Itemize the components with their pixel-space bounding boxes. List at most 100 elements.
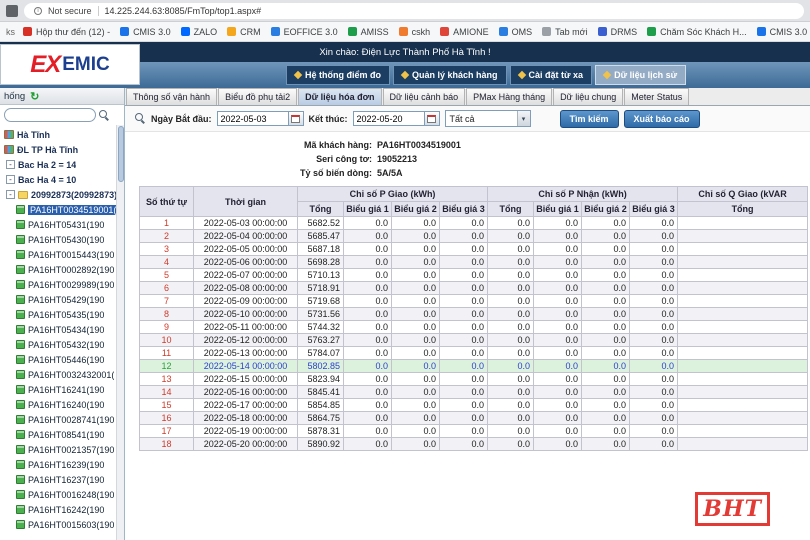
bookmark-item[interactable]: OMS xyxy=(495,25,537,39)
meter-item[interactable]: PA16HT16242(190 xyxy=(0,502,124,517)
meter-item[interactable]: PA16HT0032432001( xyxy=(0,367,124,382)
scrollbar-thumb[interactable] xyxy=(118,126,124,182)
content-tab[interactable]: Dữ liệu cảnh báo xyxy=(383,88,466,105)
tree-node[interactable]: -Bac Ha 4 = 10 xyxy=(0,172,124,187)
meter-item[interactable]: PA16HT05431(190 xyxy=(0,217,124,232)
content-tab[interactable]: Thông số vận hành xyxy=(126,88,217,105)
bookmark-item[interactable]: CMIS 3.0 xyxy=(753,25,810,39)
value-cell: 0.0 xyxy=(582,256,630,269)
table-row[interactable]: 82022-05-10 00:00:005731.560.00.00.00.00… xyxy=(140,308,808,321)
address-bar[interactable]: i Not secure 14.225.244.63:8085/FmTop/to… xyxy=(24,3,804,19)
search-button[interactable]: Tìm kiếm xyxy=(560,110,619,128)
value-cell: 0.0 xyxy=(534,230,582,243)
nav-item[interactable]: Cài đặt từ xa xyxy=(510,65,593,85)
table-row[interactable]: 162022-05-18 00:00:005864.750.00.00.00.0… xyxy=(140,412,808,425)
end-calendar-icon[interactable] xyxy=(425,111,440,126)
bookmark-item[interactable]: Hộp thư đến (12) - xyxy=(19,25,114,39)
table-row[interactable]: 72022-05-09 00:00:005719.680.00.00.00.00… xyxy=(140,295,808,308)
meter-item[interactable]: PA16HT16237(190 xyxy=(0,472,124,487)
bookmark-item[interactable]: Chăm Sóc Khách H... xyxy=(643,25,751,39)
meter-item[interactable]: PA16HT08541(190 xyxy=(0,427,124,442)
table-row[interactable]: 12022-05-03 00:00:005682.520.00.00.00.00… xyxy=(140,217,808,230)
bookmark-item[interactable]: AMISS xyxy=(344,25,393,39)
tree-node[interactable]: Hà Tĩnh xyxy=(0,127,124,142)
nav-item[interactable]: Dữ liệu lịch sử xyxy=(595,65,686,85)
content-tab[interactable]: PMax Hàng tháng xyxy=(466,88,552,105)
meter-item[interactable]: PA16HT0016248(190 xyxy=(0,487,124,502)
nav-item[interactable]: Hệ thống điểm đo xyxy=(286,65,390,85)
meter-item[interactable]: PA16HT05432(190 xyxy=(0,337,124,352)
table-row[interactable]: 62022-05-08 00:00:005718.910.00.00.00.00… xyxy=(140,282,808,295)
bookmark-item[interactable]: EOFFICE 3.0 xyxy=(267,25,342,39)
table-row[interactable]: 92022-05-11 00:00:005744.320.00.00.00.00… xyxy=(140,321,808,334)
meter-item[interactable]: PA16HT0002892(190 xyxy=(0,262,124,277)
bookmark-item[interactable]: CRM xyxy=(223,25,265,39)
tree-search-input[interactable] xyxy=(4,108,96,122)
sidebar-panel-tab[interactable]: hống ↻ xyxy=(0,88,124,105)
meter-item[interactable]: PA16HT05430(190 xyxy=(0,232,124,247)
meter-item[interactable]: PA16HT05434(190 xyxy=(0,322,124,337)
table-row[interactable]: 52022-05-07 00:00:005710.130.00.00.00.00… xyxy=(140,269,808,282)
meter-item[interactable]: PA16HT16239(190 xyxy=(0,457,124,472)
table-row[interactable]: 142022-05-16 00:00:005845.410.00.00.00.0… xyxy=(140,386,808,399)
meter-item[interactable]: PA16HT16240(190 xyxy=(0,397,124,412)
table-row[interactable]: 122022-05-14 00:00:005802.850.00.00.00.0… xyxy=(140,360,808,373)
meter-item[interactable]: PA16HT05446(190 xyxy=(0,352,124,367)
content-tab[interactable]: Meter Status xyxy=(624,88,689,105)
bookmark-item[interactable]: ZALO xyxy=(177,25,222,39)
nav-item[interactable]: Quản lý khách hàng xyxy=(393,65,507,85)
table-row[interactable]: 182022-05-20 00:00:005890.920.00.00.00.0… xyxy=(140,438,808,451)
value-cell xyxy=(678,386,808,399)
meter-item[interactable]: PA16HT0028741(190 xyxy=(0,412,124,427)
page-info-icon[interactable]: i xyxy=(34,7,42,15)
bookmark-item[interactable]: Tab mới xyxy=(538,25,591,39)
start-calendar-icon[interactable] xyxy=(289,111,304,126)
meter-item[interactable]: PA16HT0015443(190 xyxy=(0,247,124,262)
collapse-expand-icon[interactable]: - xyxy=(6,190,15,199)
tree-node[interactable]: -20992873(20992873) xyxy=(0,187,124,202)
meter-item[interactable]: PA16HT0029989(190 xyxy=(0,277,124,292)
meter-item[interactable]: PA16HT0015603(190 xyxy=(0,517,124,532)
type-select[interactable]: Tất cả ▾ xyxy=(445,110,531,127)
table-row[interactable]: 152022-05-17 00:00:005854.850.00.00.00.0… xyxy=(140,399,808,412)
table-row[interactable]: 172022-05-19 00:00:005878.310.00.00.00.0… xyxy=(140,425,808,438)
row-index-cell: 11 xyxy=(140,347,194,360)
content-tab[interactable]: Biểu đồ phụ tải2 xyxy=(218,88,297,105)
tab-label: Meter Status xyxy=(631,92,682,102)
value-cell: 0.0 xyxy=(440,425,488,438)
table-row[interactable]: 102022-05-12 00:00:005763.270.00.00.00.0… xyxy=(140,334,808,347)
value-cell: 0.0 xyxy=(392,321,440,334)
meter-item[interactable]: PA16HT05435(190 xyxy=(0,307,124,322)
bookmark-label: Hộp thư đến (12) - xyxy=(36,27,110,37)
bookmark-item[interactable]: AMIONE xyxy=(436,25,493,39)
collapse-expand-icon[interactable]: - xyxy=(6,175,15,184)
table-row[interactable]: 112022-05-13 00:00:005784.070.00.00.00.0… xyxy=(140,347,808,360)
bookmark-item[interactable]: CMIS 3.0 xyxy=(116,25,175,39)
content-tab[interactable]: Dữ liệu hóa đơn xyxy=(298,88,381,105)
menu-bullet-icon xyxy=(401,71,409,79)
meter-item[interactable]: PA16HT16241(190 xyxy=(0,382,124,397)
export-report-button[interactable]: Xuất báo cáo xyxy=(624,110,700,128)
tree-node[interactable]: -Bac Ha 2 = 14 xyxy=(0,157,124,172)
bookmark-item[interactable]: DRMS xyxy=(594,25,642,39)
content-tab[interactable]: Dữ liệu chung xyxy=(553,88,623,105)
value-cell: 0.0 xyxy=(488,412,534,425)
sidebar-scrollbar[interactable] xyxy=(116,125,124,540)
search-icon[interactable] xyxy=(99,110,110,121)
table-row[interactable]: 32022-05-05 00:00:005687.180.00.00.00.00… xyxy=(140,243,808,256)
tree-node[interactable]: ĐL TP Hà Tĩnh xyxy=(0,142,124,157)
browser-extension-icon[interactable] xyxy=(6,5,18,17)
row-index-cell: 7 xyxy=(140,295,194,308)
end-date-input[interactable] xyxy=(353,111,425,126)
meter-item[interactable]: PA16HT0021357(190 xyxy=(0,442,124,457)
refresh-icon[interactable]: ↻ xyxy=(30,90,39,103)
bookmark-item[interactable]: cskh xyxy=(395,25,435,39)
meter-label: PA16HT05446(190 xyxy=(28,355,104,365)
meter-item[interactable]: PA16HT0034519001( xyxy=(0,202,124,217)
table-row[interactable]: 132022-05-15 00:00:005823.940.00.00.00.0… xyxy=(140,373,808,386)
collapse-expand-icon[interactable]: - xyxy=(6,160,15,169)
start-date-input[interactable] xyxy=(217,111,289,126)
meter-item[interactable]: PA16HT05429(190 xyxy=(0,292,124,307)
table-row[interactable]: 42022-05-06 00:00:005698.280.00.00.00.00… xyxy=(140,256,808,269)
table-row[interactable]: 22022-05-04 00:00:005685.470.00.00.00.00… xyxy=(140,230,808,243)
